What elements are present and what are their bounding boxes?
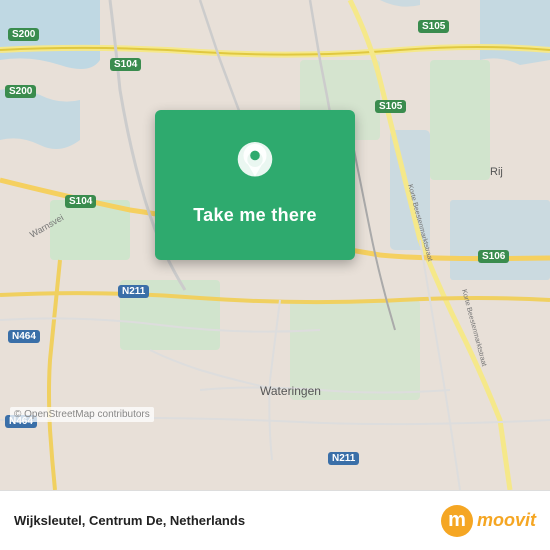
- location-pin-icon: [235, 141, 275, 191]
- location-info: Wijksleutel, Centrum De, Netherlands: [14, 513, 245, 528]
- badge-s105b: S105: [375, 100, 406, 113]
- svg-text:Wateringen: Wateringen: [260, 384, 321, 398]
- moovit-logo: m moovit: [441, 505, 536, 537]
- bottom-bar: Wijksleutel, Centrum De, Netherlands m m…: [0, 490, 550, 550]
- badge-s200a: S200: [8, 28, 39, 41]
- moovit-m-icon: m: [441, 505, 473, 537]
- badge-s104b: S104: [65, 195, 96, 208]
- take-me-there-button[interactable]: Take me there: [183, 201, 327, 230]
- map-area: Wateringen Rij Warnsvei Korte Beestenmar…: [0, 0, 550, 490]
- badge-s104a: S104: [110, 58, 141, 71]
- badge-s200b: S200: [5, 85, 36, 98]
- svg-text:Rij: Rij: [490, 166, 503, 178]
- badge-s106: S106: [478, 250, 509, 263]
- location-name: Wijksleutel, Centrum De, Netherlands: [14, 513, 245, 528]
- moovit-text: moovit: [477, 510, 536, 531]
- badge-n211b: N211: [328, 452, 359, 465]
- badge-n464a: N464: [8, 330, 40, 343]
- map-copyright: © OpenStreetMap contributors: [10, 407, 154, 422]
- destination-card: Take me there: [155, 110, 355, 260]
- badge-s105a: S105: [418, 20, 449, 33]
- badge-n211a: N211: [118, 285, 149, 298]
